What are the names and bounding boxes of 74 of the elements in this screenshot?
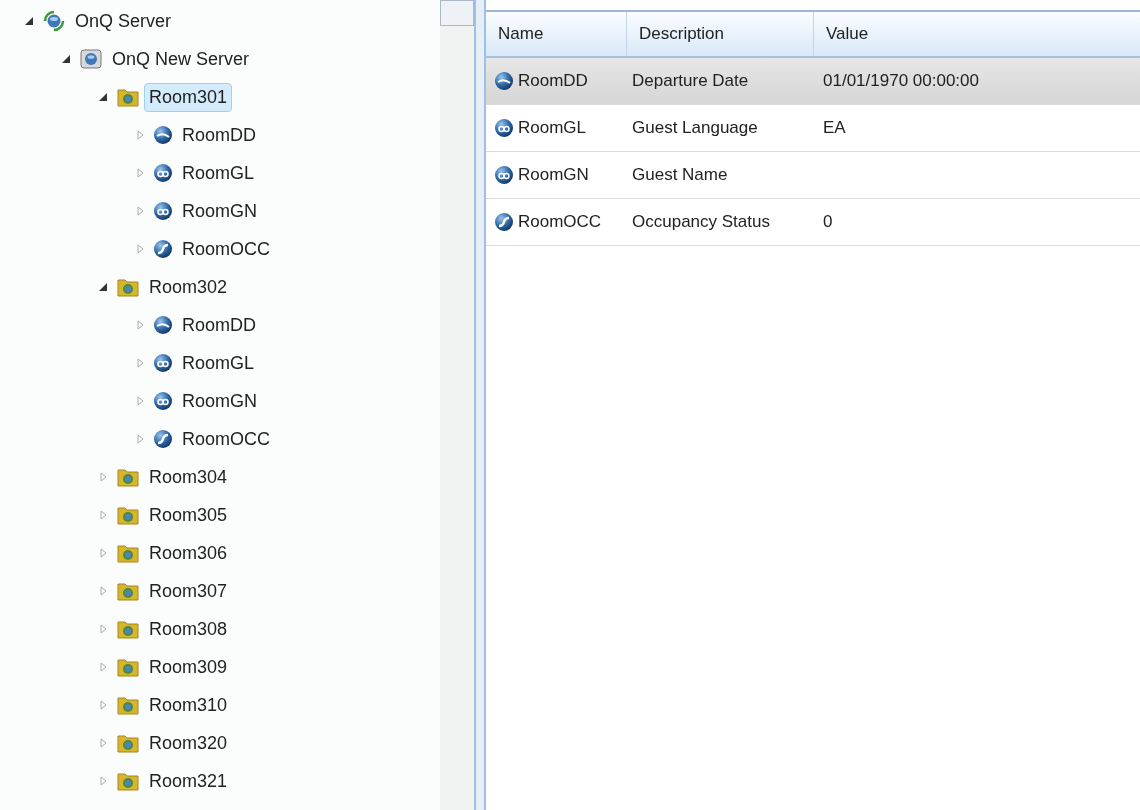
swirl-icon [494, 212, 514, 232]
server-icon [79, 47, 103, 71]
expand-arrow-icon[interactable] [98, 700, 108, 710]
expand-arrow-icon[interactable] [98, 472, 108, 482]
table-cell: Occupancy Status [632, 212, 770, 232]
tree-item[interactable]: Room307 [144, 576, 233, 606]
tree-item[interactable]: RoomGN [177, 386, 262, 416]
splitter-bar[interactable] [440, 0, 476, 810]
expand-arrow-icon[interactable] [135, 396, 145, 406]
table-cell: EA [823, 118, 846, 138]
table-cell: Guest Name [632, 165, 728, 185]
tree-item[interactable]: Room301 [144, 82, 233, 112]
tree-item[interactable]: Room304 [144, 462, 233, 492]
tree-item[interactable]: Room310 [144, 690, 233, 720]
text-type-icon [153, 163, 173, 183]
collapse-arrow-icon[interactable] [61, 54, 71, 64]
expand-arrow-icon[interactable] [135, 434, 145, 444]
tree-item[interactable]: Room306 [144, 538, 233, 568]
table-cell: Guest Language [632, 118, 758, 138]
tree-item[interactable]: Room309 [144, 652, 233, 682]
expand-arrow-icon[interactable] [135, 244, 145, 254]
tree-item[interactable]: Room320 [144, 728, 233, 758]
expand-arrow-icon[interactable] [98, 586, 108, 596]
text-type-icon [153, 201, 173, 221]
splitter-handle[interactable] [476, 0, 486, 810]
table-cell: 01/01/1970 00:00:00 [823, 71, 979, 91]
tree-item[interactable]: RoomGN [177, 196, 262, 226]
tree-item[interactable]: RoomDD [177, 310, 261, 340]
swirl-icon [153, 429, 173, 449]
text-type-icon [494, 165, 514, 185]
expand-arrow-icon[interactable] [135, 358, 145, 368]
sphere-icon [153, 125, 173, 145]
tree-item[interactable]: OnQ New Server [107, 44, 255, 74]
table-cell-text: RoomDD [518, 70, 588, 93]
expand-arrow-icon[interactable] [98, 738, 108, 748]
tree-item[interactable]: Room321 [144, 766, 233, 796]
sphere-icon [153, 315, 173, 335]
expand-arrow-icon[interactable] [135, 130, 145, 140]
expand-arrow-icon[interactable] [98, 776, 108, 786]
collapse-arrow-icon[interactable] [98, 92, 108, 102]
expand-arrow-icon[interactable] [98, 510, 108, 520]
expand-arrow-icon[interactable] [98, 624, 108, 634]
expand-arrow-icon[interactable] [135, 168, 145, 178]
text-type-icon [494, 118, 514, 138]
table-cell-text: RoomOCC [518, 211, 602, 234]
table-cell-text: RoomGL [518, 117, 587, 140]
expand-arrow-icon[interactable] [135, 206, 145, 216]
collapse-arrow-icon[interactable] [24, 16, 34, 26]
expand-arrow-icon[interactable] [98, 548, 108, 558]
collapse-arrow-icon[interactable] [98, 282, 108, 292]
tree-item[interactable]: RoomGL [177, 158, 260, 188]
table-row[interactable]: RoomDD Departure Date 01/01/1970 00:00:00 [486, 58, 1140, 105]
column-header[interactable]: Value [813, 12, 1140, 56]
table-cell: Departure Date [632, 71, 749, 91]
tree-item[interactable]: RoomGL [177, 348, 260, 378]
scroll-box[interactable] [440, 0, 474, 26]
column-header[interactable]: Description [626, 12, 813, 56]
tree-item[interactable]: Room305 [144, 500, 233, 530]
tree-item[interactable]: RoomDD [177, 120, 261, 150]
table-cell: 0 [823, 212, 833, 232]
text-type-icon [153, 391, 173, 411]
text-type-icon [153, 353, 173, 373]
globe-icon [42, 9, 66, 33]
expand-arrow-icon[interactable] [135, 320, 145, 330]
expand-arrow-icon[interactable] [98, 662, 108, 672]
sphere-icon [494, 71, 514, 91]
table-cell-text: RoomGN [518, 164, 589, 187]
swirl-icon [153, 239, 173, 259]
tree-item[interactable]: RoomOCC [177, 234, 275, 264]
tree-item[interactable]: Room308 [144, 614, 233, 644]
tree-item[interactable]: RoomOCC [177, 424, 275, 454]
column-header[interactable]: Name [486, 12, 626, 56]
tree-item[interactable]: Room302 [144, 272, 233, 302]
tree-item[interactable]: OnQ Server [70, 6, 177, 36]
